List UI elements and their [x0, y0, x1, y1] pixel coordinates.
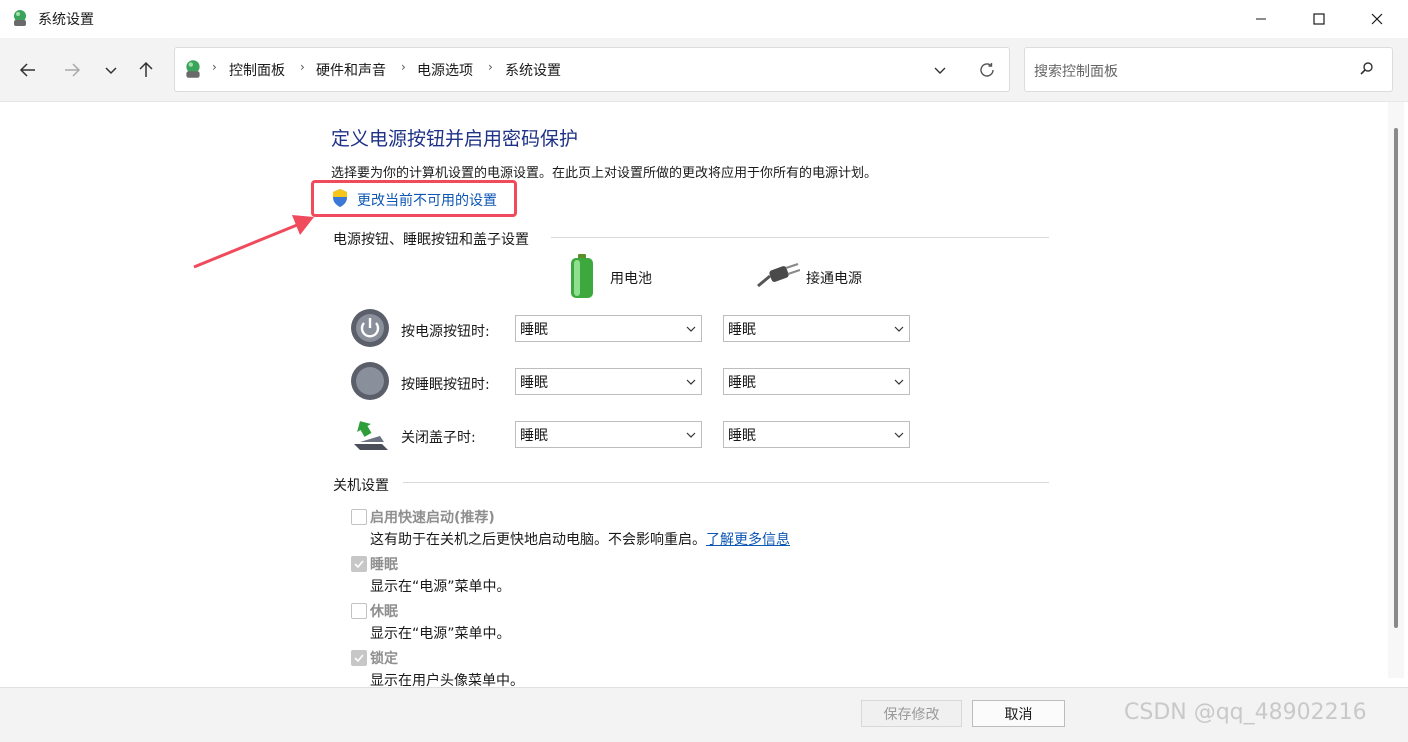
checkmark-icon	[354, 654, 364, 663]
breadcrumb-separator: ›	[212, 60, 217, 74]
hibernate-checkbox[interactable]	[351, 603, 367, 619]
lid-close-row-label: 关闭盖子时:	[401, 430, 476, 446]
annotation-arrow	[193, 215, 314, 269]
back-button[interactable]	[12, 54, 44, 86]
shutdown-section-label: 关机设置	[333, 478, 389, 494]
battery-icon	[568, 254, 596, 298]
breadcrumb-separator: ›	[488, 60, 493, 74]
lid-close-battery-select[interactable]: 睡眠	[515, 421, 702, 448]
page-title: 定义电源按钮并启用密码保护	[331, 128, 579, 150]
arrow-left-icon	[19, 63, 35, 77]
breadcrumb-item-system-settings[interactable]: 系统设置	[505, 60, 561, 80]
arrow-up-icon	[139, 61, 153, 77]
sleep-button-icon	[350, 361, 390, 401]
fast-startup-label: 启用快速启动(推荐)	[370, 510, 495, 526]
scrollbar-thumb[interactable]	[1394, 128, 1398, 628]
laptop-lid-icon	[350, 414, 390, 454]
sleep-button-plugged-select[interactable]: 睡眠	[723, 368, 910, 395]
search-placeholder[interactable]: 搜索控制面板	[1034, 61, 1118, 81]
refresh-button[interactable]	[972, 56, 1002, 84]
chevron-down-icon	[105, 67, 117, 75]
lock-option-label: 锁定	[370, 651, 398, 667]
sleep-option-description: 显示在“电源”菜单中。	[370, 579, 511, 595]
chevron-down-icon	[894, 379, 904, 385]
uac-shield-icon	[331, 188, 349, 208]
cancel-button[interactable]: 取消	[972, 700, 1065, 727]
checkmark-icon	[354, 560, 364, 569]
learn-more-link[interactable]: 了解更多信息	[706, 532, 790, 548]
hibernate-option-description: 显示在“电源”菜单中。	[370, 626, 511, 642]
window-title: 系统设置	[38, 12, 94, 28]
power-button-row-label: 按电源按钮时:	[401, 324, 490, 340]
breadcrumb-item-power-options[interactable]: 电源选项	[417, 60, 473, 80]
fast-startup-checkbox[interactable]	[351, 509, 367, 525]
close-icon	[1371, 13, 1383, 25]
fast-startup-description: 这有助于在关机之后更快地启动电脑。不会影响重启。了解更多信息	[370, 532, 790, 548]
sleep-button-row-label: 按睡眠按钮时:	[401, 377, 490, 393]
minimize-button[interactable]	[1232, 0, 1290, 38]
section-divider	[551, 237, 1049, 238]
maximize-button[interactable]	[1290, 0, 1348, 38]
recent-locations-button[interactable]	[95, 54, 127, 86]
sleep-checkbox[interactable]	[351, 556, 367, 572]
lid-close-plugged-select[interactable]: 睡眠	[723, 421, 910, 448]
select-value: 睡眠	[728, 374, 756, 391]
close-button[interactable]	[1348, 0, 1406, 38]
maximize-icon	[1313, 13, 1325, 25]
up-button[interactable]	[130, 54, 162, 86]
sleep-button-battery-select[interactable]: 睡眠	[515, 368, 702, 395]
chevron-down-icon	[934, 67, 946, 74]
power-button-plugged-select[interactable]: 睡眠	[723, 315, 910, 342]
power-buttons-section-label: 电源按钮、睡眠按钮和盖子设置	[333, 232, 529, 248]
control-panel-icon	[182, 58, 204, 80]
breadcrumb-item-control-panel[interactable]: 控制面板	[229, 60, 285, 80]
content-area	[0, 102, 1408, 687]
page-description: 选择要为你的计算机设置的电源设置。在此页上对设置所做的更改将应用于你所有的电源计…	[331, 166, 878, 181]
forward-button[interactable]	[56, 54, 88, 86]
chevron-down-icon	[894, 432, 904, 438]
select-value: 睡眠	[728, 427, 756, 444]
lock-checkbox[interactable]	[351, 650, 367, 666]
minimize-icon	[1256, 18, 1266, 20]
breadcrumb-separator: ›	[401, 60, 406, 74]
save-changes-button[interactable]: 保存修改	[861, 700, 962, 727]
hibernate-option-label: 休眠	[370, 604, 398, 620]
chevron-down-icon	[686, 432, 696, 438]
watermark-text: CSDN @qq_48902216	[1124, 700, 1367, 725]
battery-column-label: 用电池	[610, 271, 652, 287]
section-divider	[403, 482, 1049, 483]
sleep-option-label: 睡眠	[370, 557, 398, 573]
search-icon[interactable]	[1358, 60, 1378, 80]
chevron-down-icon	[894, 326, 904, 332]
plugged-in-column-label: 接通电源	[806, 271, 862, 287]
arrow-right-icon	[65, 63, 81, 77]
power-plug-icon	[756, 262, 801, 290]
change-unavailable-settings-link[interactable]: 更改当前不可用的设置	[357, 190, 497, 210]
address-dropdown-button[interactable]	[926, 57, 954, 83]
select-value: 睡眠	[520, 427, 548, 444]
breadcrumb-separator: ›	[300, 60, 305, 74]
control-panel-icon	[10, 8, 30, 28]
select-value: 睡眠	[520, 374, 548, 391]
breadcrumb-item-hardware-sound[interactable]: 硬件和声音	[316, 60, 386, 80]
refresh-icon	[980, 63, 994, 77]
select-value: 睡眠	[728, 321, 756, 338]
select-value: 睡眠	[520, 321, 548, 338]
chevron-down-icon	[686, 379, 696, 385]
power-button-icon	[350, 308, 390, 348]
power-button-battery-select[interactable]: 睡眠	[515, 315, 702, 342]
title-bar	[0, 0, 1408, 38]
chevron-down-icon	[686, 326, 696, 332]
